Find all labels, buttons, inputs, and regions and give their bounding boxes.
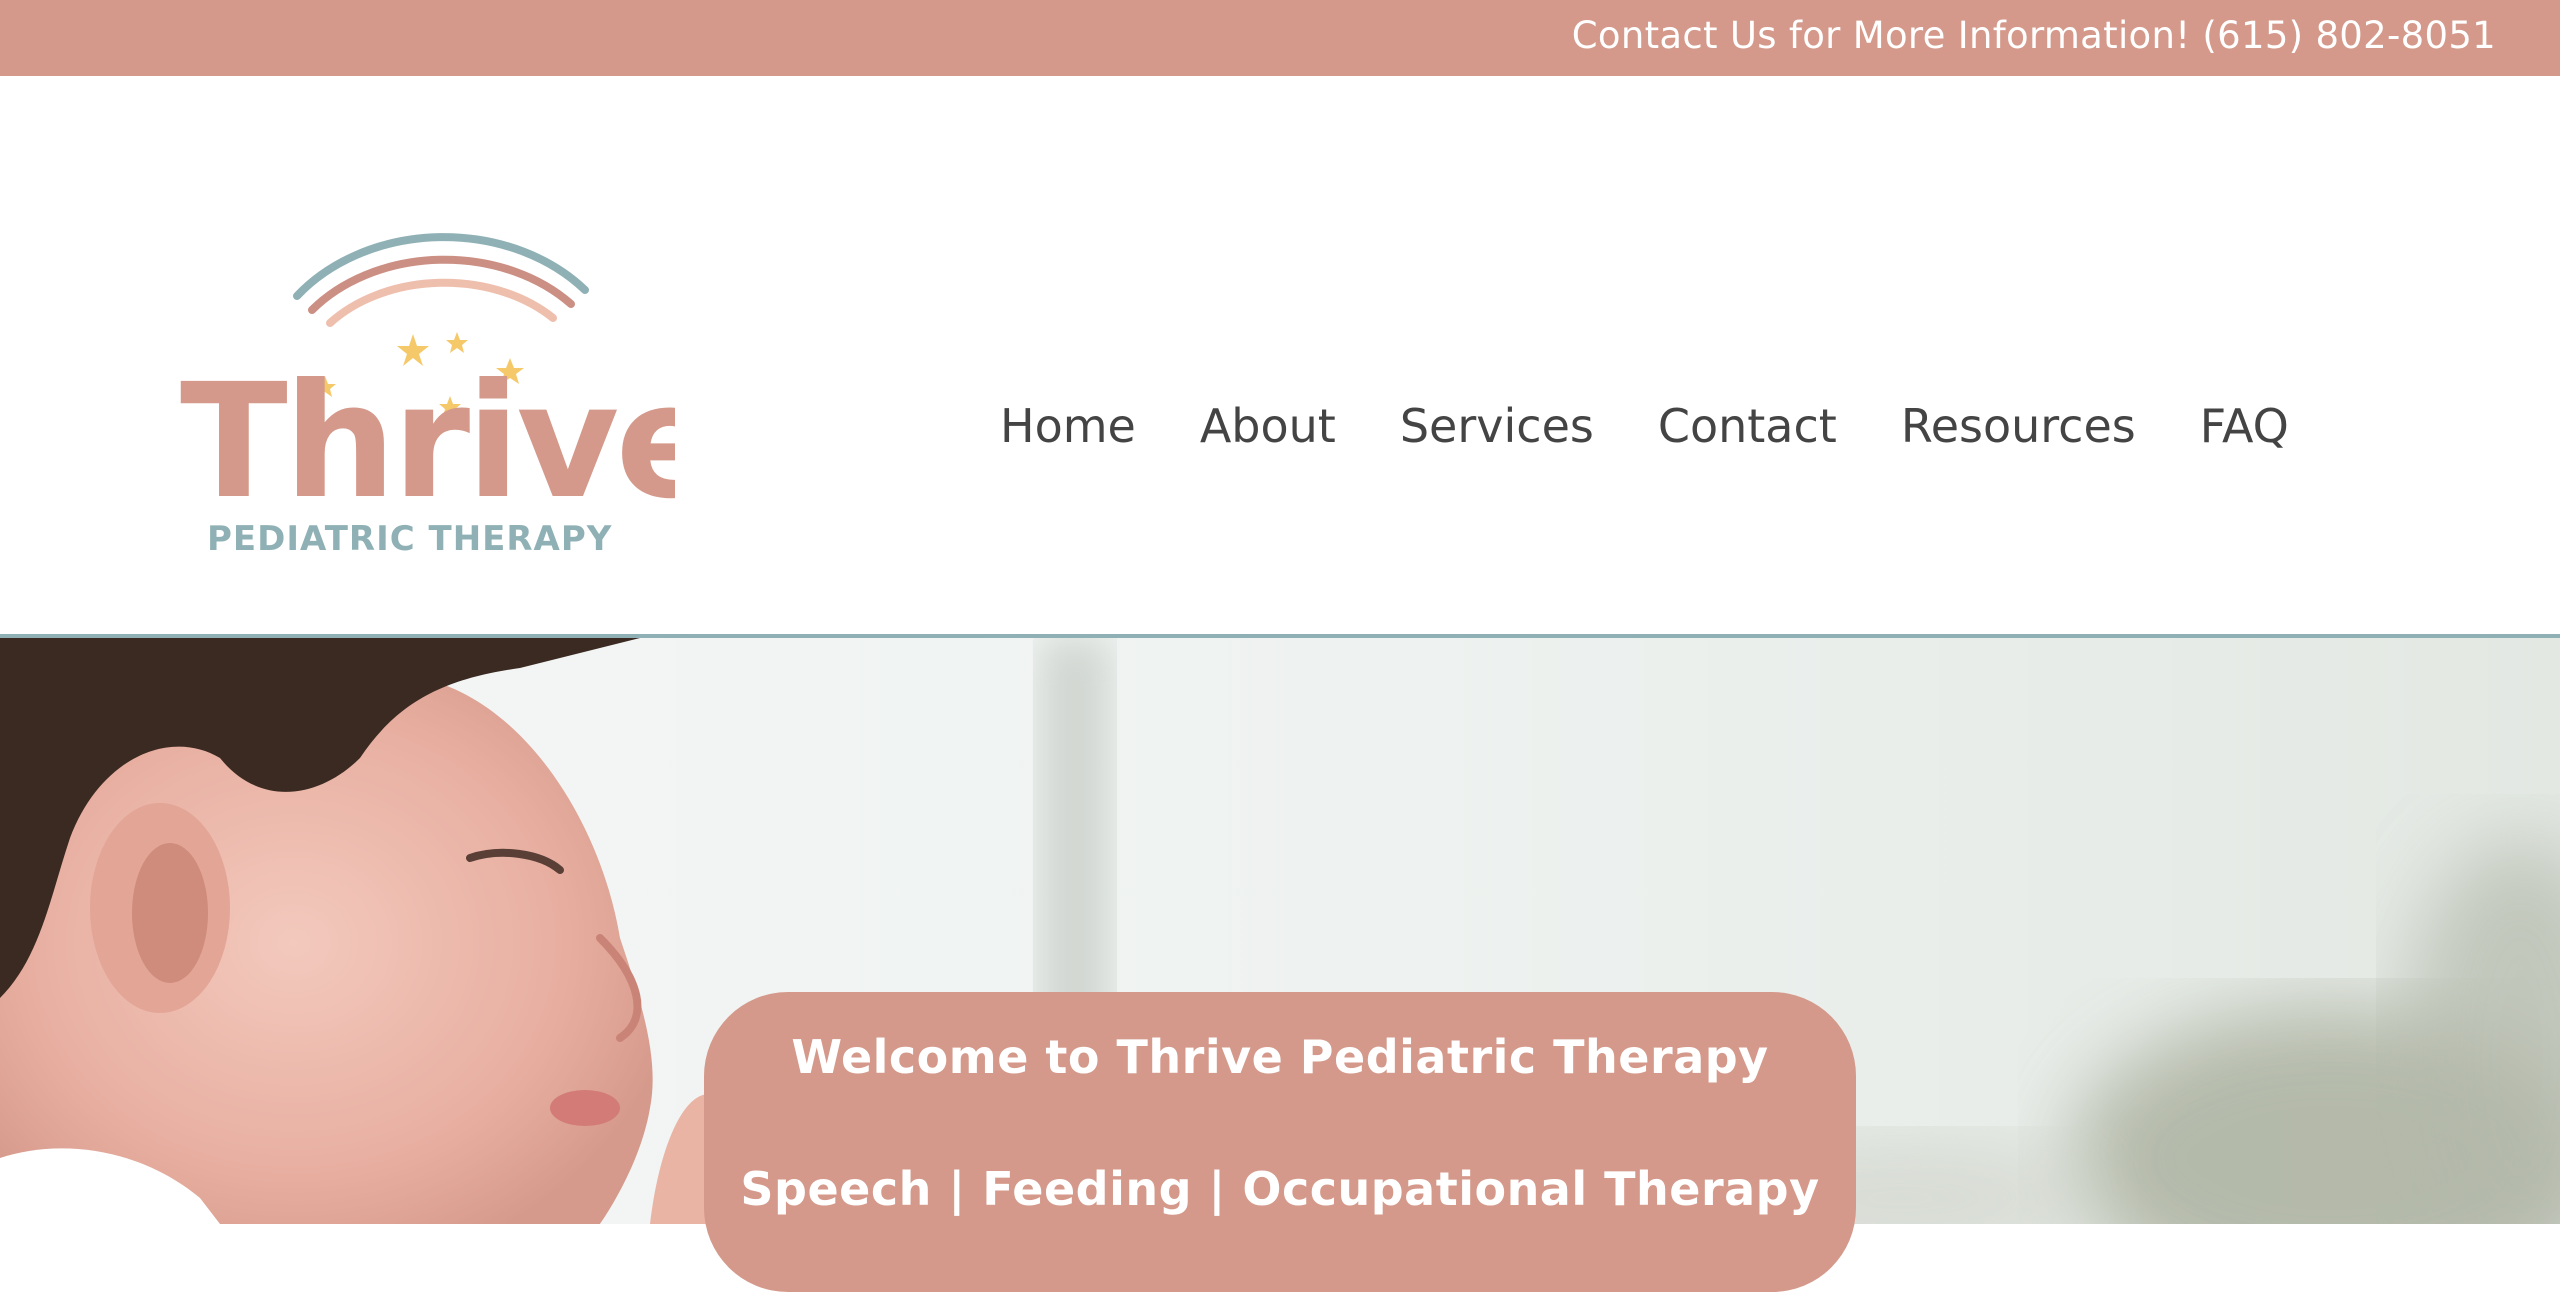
logo-tagline: PEDIATRIC THERAPY: [207, 519, 612, 559]
top-contact-bar: Contact Us for More Information! (615) 8…: [0, 0, 2560, 76]
nav-services[interactable]: Services: [1400, 396, 1594, 456]
nav-resources[interactable]: Resources: [1901, 396, 2136, 456]
nav-faq[interactable]: FAQ: [2200, 396, 2289, 456]
contact-phone-link[interactable]: Contact Us for More Information! (615) 8…: [1572, 0, 2496, 76]
welcome-banner: Welcome to Thrive Pediatric Therapy Spee…: [704, 992, 1856, 1292]
welcome-title: Welcome to Thrive Pediatric Therapy: [791, 1030, 1769, 1084]
site-header: Thrive PEDIATRIC THERAPY Home About Serv…: [0, 76, 2560, 636]
thrive-logo[interactable]: Thrive PEDIATRIC THERAPY: [175, 198, 675, 568]
services-subtitle: Speech | Feeding | Occupational Therapy: [740, 1162, 1820, 1216]
nav-contact[interactable]: Contact: [1658, 396, 1837, 456]
nav-about[interactable]: About: [1200, 396, 1336, 456]
main-navigation: Home About Services Contact Resources FA…: [1000, 396, 2400, 456]
nav-home[interactable]: Home: [1000, 396, 1136, 456]
logo-graphic: Thrive PEDIATRIC THERAPY: [180, 233, 675, 559]
logo-wordmark: Thrive: [180, 350, 675, 534]
